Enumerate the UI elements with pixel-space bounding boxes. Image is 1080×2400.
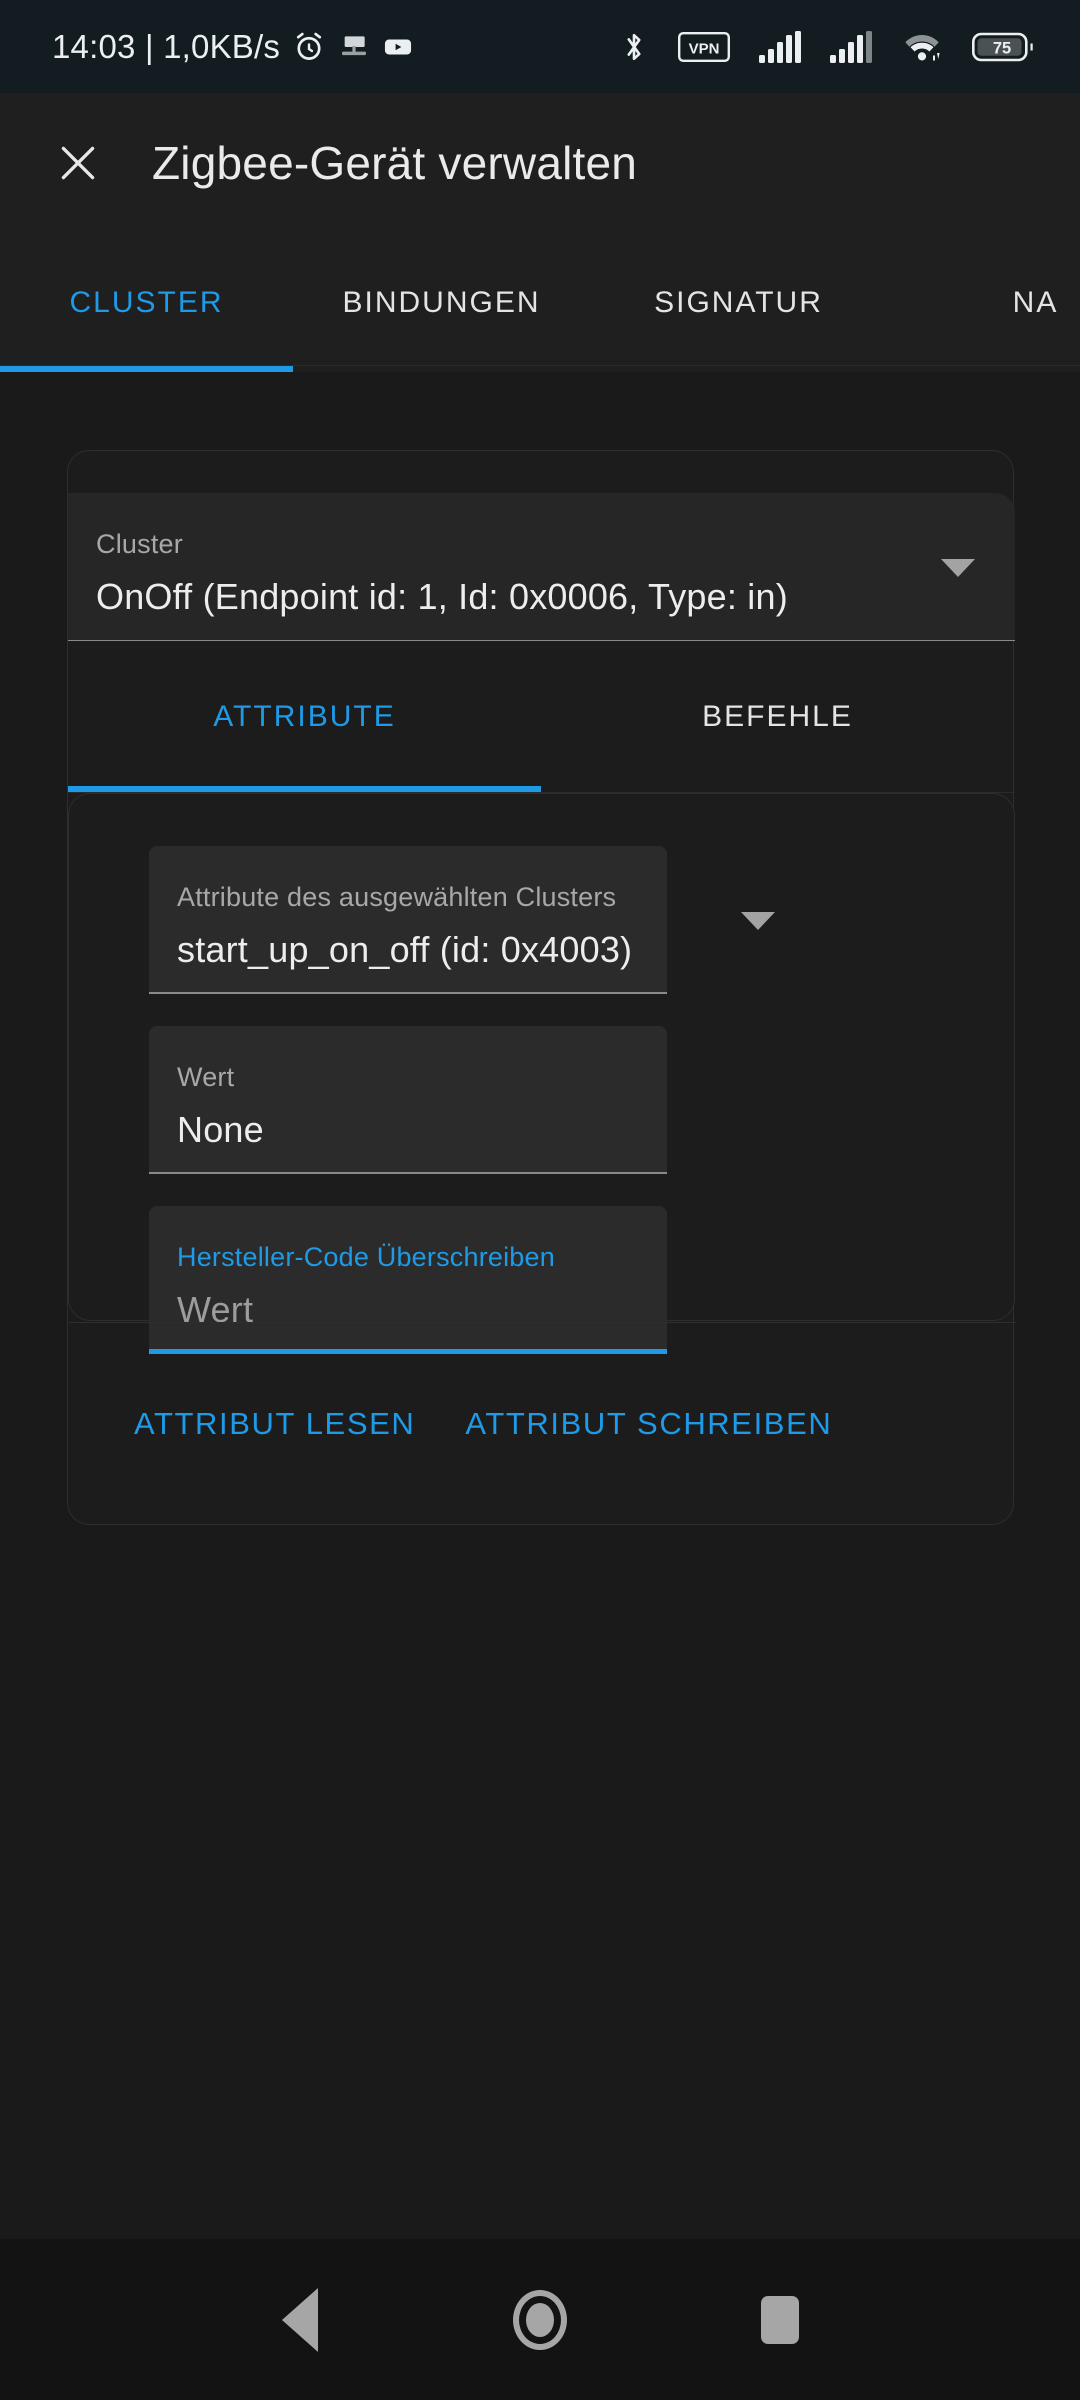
tab-nachbarn[interactable]: NA	[887, 233, 1080, 372]
battery-level: 75	[993, 39, 1011, 57]
status-bar-left: 14:03 | 1,0KB/s	[52, 28, 414, 66]
vpn-label: VPN	[689, 40, 720, 57]
signal-sim2-icon	[830, 30, 872, 63]
nav-home-button[interactable]	[420, 2239, 660, 2400]
tab-attribute[interactable]: ATTRIBUTE	[68, 641, 541, 793]
tab-cluster[interactable]: CLUSTER	[0, 233, 293, 372]
attribute-tab-bar: ATTRIBUTE BEFEHLE	[68, 641, 1015, 793]
status-bar: 14:03 | 1,0KB/s VPN 75	[0, 0, 1080, 93]
content-area: Cluster OnOff (Endpoint id: 1, Id: 0x000…	[0, 372, 1080, 2239]
status-bar-right: VPN 75	[607, 30, 1034, 64]
manufacturer-code-label: Hersteller-Code Überschreiben	[177, 1242, 555, 1272]
status-clock: 14:03 | 1,0KB/s	[52, 27, 281, 65]
tab-bindungen-label: BINDUNGEN	[342, 285, 541, 319]
write-attribute-button[interactable]: ATTRIBUT SCHREIBEN	[465, 1406, 832, 1442]
main-tab-bar: CLUSTER BINDUNGEN SIGNATUR NA	[0, 233, 1080, 372]
chevron-down-icon[interactable]	[741, 912, 775, 930]
chevron-down-icon[interactable]	[941, 559, 975, 577]
bluetooth-icon	[619, 30, 649, 64]
tab-attribute-label: ATTRIBUTE	[213, 700, 396, 733]
attribute-panel: Attribute des ausgewählten Clusters star…	[68, 793, 1016, 1354]
value-field-value: None	[177, 1109, 264, 1150]
tab-bar-divider	[0, 365, 1080, 366]
tab-bindungen[interactable]: BINDUNGEN	[293, 233, 590, 372]
recents-icon	[761, 2295, 799, 2344]
tab-cluster-label: CLUSTER	[69, 285, 224, 319]
tab-signatur-label: SIGNATUR	[654, 285, 823, 319]
read-attribute-button[interactable]: ATTRIBUT LESEN	[134, 1406, 415, 1442]
app-toolbar: Zigbee-Gerät verwalten	[0, 93, 1080, 233]
back-icon	[282, 2287, 318, 2352]
android-nav-bar	[0, 2239, 1080, 2400]
tab-signatur[interactable]: SIGNATUR	[590, 233, 887, 372]
cluster-card: Cluster OnOff (Endpoint id: 1, Id: 0x000…	[67, 450, 1016, 1526]
vpn-icon: VPN	[678, 31, 730, 62]
tab-befehle-label: BEFEHLE	[702, 700, 853, 733]
attribute-select-value: start_up_on_off (id: 0x4003)	[177, 929, 633, 970]
cluster-select-value: OnOff (Endpoint id: 1, Id: 0x0006, Type:…	[96, 576, 788, 617]
alarm-icon	[292, 30, 326, 64]
page-title: Zigbee-Gerät verwalten	[152, 137, 638, 189]
cluster-select-label: Cluster	[96, 529, 183, 559]
value-field-label: Wert	[177, 1062, 235, 1092]
cast-icon	[338, 31, 370, 63]
home-icon	[513, 2289, 567, 2350]
attribute-select[interactable]: Attribute des ausgewählten Clusters star…	[149, 846, 775, 994]
battery-icon: 75	[972, 31, 1034, 63]
tab-befehle[interactable]: BEFEHLE	[541, 641, 1014, 793]
attribute-select-label: Attribute des ausgewählten Clusters	[177, 882, 617, 912]
cluster-select[interactable]: Cluster OnOff (Endpoint id: 1, Id: 0x000…	[68, 493, 1015, 641]
close-icon[interactable]	[42, 127, 114, 199]
signal-sim1-icon	[759, 30, 801, 63]
tab-active-indicator	[0, 365, 293, 372]
youtube-icon	[382, 31, 414, 63]
value-field[interactable]: Wert None	[149, 1026, 667, 1174]
wifi-icon	[901, 31, 943, 63]
nav-back-button[interactable]	[180, 2239, 420, 2400]
action-button-row: ATTRIBUT LESEN ATTRIBUT SCHREIBEN	[68, 1322, 1015, 1526]
phone-screen: 14:03 | 1,0KB/s VPN 75 Zigbee-Gerät verw…	[0, 0, 1080, 2400]
nav-recents-button[interactable]	[660, 2239, 900, 2400]
tab-nachbarn-label: NA	[1012, 285, 1059, 319]
